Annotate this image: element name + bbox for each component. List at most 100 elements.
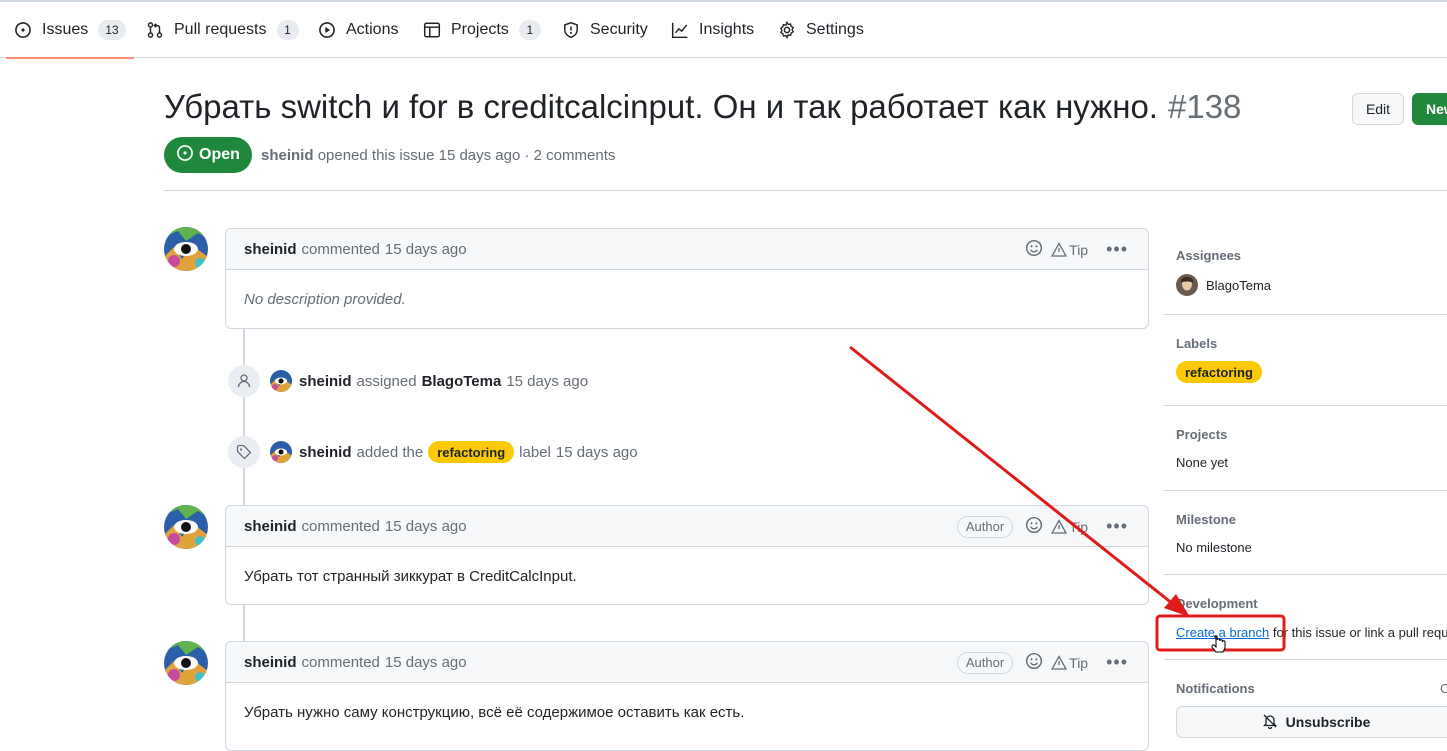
graph-icon: [671, 21, 689, 39]
label-refactoring[interactable]: refactoring: [428, 441, 515, 463]
comment-header: sheinid commented 15 days ago Author Tip…: [226, 642, 1148, 683]
tab-actions[interactable]: Actions: [318, 2, 398, 58]
shield-icon: [562, 21, 580, 39]
tab-label: Settings: [806, 21, 864, 38]
tab-count: 1: [276, 20, 299, 40]
table-icon: [423, 21, 441, 39]
timeline-event-assigned: sheinid assigned BlagoTema 15 days ago: [270, 370, 588, 392]
development-text: Create a branch for this issue or link a…: [1176, 625, 1447, 640]
avatar[interactable]: [270, 370, 292, 392]
alert-icon: [1051, 654, 1068, 670]
comment-time[interactable]: 15 days ago: [385, 241, 467, 258]
avatar[interactable]: [164, 641, 208, 685]
tab-settings[interactable]: Settings: [778, 2, 864, 58]
smiley-icon[interactable]: [1025, 652, 1043, 674]
comment-time[interactable]: 15 days ago: [385, 654, 467, 671]
sidebar-divider: [1164, 490, 1447, 491]
unsubscribe-button[interactable]: Unsubscribe: [1176, 706, 1447, 738]
tab-issues[interactable]: Issues 13: [6, 2, 134, 59]
tip-label: Tip: [1069, 241, 1089, 258]
comment-body: Убрать нужно саму конструкцию, всё её со…: [244, 703, 745, 721]
pull-request-icon: [146, 21, 164, 39]
edit-button[interactable]: Edit: [1352, 93, 1404, 125]
repo-tabs: Issues 13 Pull requests 1 Actions Projec…: [0, 2, 1447, 59]
comment-author[interactable]: sheinid: [244, 518, 297, 535]
comment-time[interactable]: 15 days ago: [385, 518, 467, 535]
development-heading[interactable]: Development: [1176, 596, 1258, 611]
smiley-icon[interactable]: [1025, 239, 1043, 261]
tag-icon: [228, 436, 260, 468]
event-suffix: label: [519, 443, 551, 461]
sidebar-divider: [1164, 314, 1447, 315]
issue-author-link[interactable]: sheinid: [261, 147, 314, 164]
tip-button[interactable]: Tip: [1051, 519, 1088, 535]
tab-label: Actions: [346, 21, 399, 38]
kebab-icon[interactable]: •••: [1106, 652, 1128, 673]
avatar[interactable]: [270, 441, 292, 463]
sidebar-divider: [1164, 659, 1447, 660]
avatar[interactable]: [164, 227, 208, 271]
comment: sheinid commented 15 days ago Tip ••• No…: [225, 228, 1149, 329]
comment-author[interactable]: sheinid: [244, 241, 297, 258]
alert-icon: [1051, 518, 1068, 534]
tip-button[interactable]: Tip: [1051, 242, 1088, 258]
event-time[interactable]: 15 days ago: [556, 444, 638, 461]
event-verb: added the: [356, 443, 424, 461]
kebab-icon[interactable]: •••: [1106, 516, 1128, 537]
projects-value: None yet: [1176, 455, 1229, 470]
comment-author[interactable]: sheinid: [244, 654, 297, 671]
event-actor[interactable]: sheinid: [299, 444, 352, 461]
timeline-event-labeled: sheinid added the refactoring label 15 d…: [270, 441, 638, 463]
projects-heading[interactable]: Projects: [1176, 427, 1227, 442]
event-target[interactable]: BlagoTema: [422, 373, 502, 390]
tip-button[interactable]: Tip: [1051, 655, 1088, 671]
kebab-icon[interactable]: •••: [1106, 239, 1128, 260]
event-actor[interactable]: sheinid: [299, 373, 352, 390]
avatar[interactable]: [164, 505, 208, 549]
new-issue-button[interactable]: New: [1412, 93, 1447, 125]
issue-meta: sheinid opened this issue 15 days ago · …: [261, 147, 615, 164]
comment-body: Убрать тот странный зиккурат в CreditCal…: [244, 567, 577, 585]
tab-pull-requests[interactable]: Pull requests 1: [146, 2, 299, 58]
avatar: [1176, 274, 1198, 296]
assignee-item[interactable]: BlagoTema: [1176, 274, 1271, 296]
assignees-heading[interactable]: Assignees: [1176, 248, 1241, 263]
development-rest: for this issue or link a pull requ: [1272, 625, 1447, 640]
alert-icon: [1051, 241, 1068, 257]
milestone-heading[interactable]: Milestone: [1176, 512, 1236, 527]
create-branch-link[interactable]: Create a branch: [1176, 625, 1269, 640]
customize-link[interactable]: C: [1440, 681, 1447, 696]
comment: sheinid commented 15 days ago Author Tip…: [225, 641, 1149, 751]
tab-count: 1: [518, 20, 541, 40]
tab-projects[interactable]: Projects 1: [423, 2, 541, 58]
issue-state-badge: Open: [164, 137, 252, 173]
tab-label: Issues: [42, 21, 89, 38]
issue-number: #138: [1167, 88, 1242, 125]
tip-label: Tip: [1069, 654, 1089, 671]
labels-heading[interactable]: Labels: [1176, 336, 1217, 351]
label-refactoring[interactable]: refactoring: [1176, 361, 1262, 383]
smiley-icon[interactable]: [1025, 516, 1043, 538]
tab-label: Projects: [451, 21, 509, 38]
person-icon: [228, 365, 260, 397]
issue-title: Убрать switch и for в creditcalcinput. О…: [164, 88, 1241, 126]
play-icon: [318, 21, 336, 39]
tab-security[interactable]: Security: [562, 2, 648, 58]
comment-action: commented: [301, 517, 380, 535]
comment-action: commented: [301, 653, 380, 671]
tab-insights[interactable]: Insights: [671, 2, 754, 58]
issue-opened-icon: [14, 21, 32, 39]
issue-meta-text: opened this issue 15 days ago · 2 commen…: [317, 147, 616, 164]
author-badge: Author: [956, 515, 1014, 538]
issue-opened-icon: [176, 144, 194, 167]
notifications-heading: Notifications: [1176, 681, 1255, 696]
sidebar-divider: [1164, 405, 1447, 406]
tip-label: Tip: [1069, 518, 1089, 535]
milestone-value: No milestone: [1176, 540, 1252, 555]
comment-header: sheinid commented 15 days ago Tip •••: [226, 229, 1148, 270]
comment-action: commented: [301, 240, 380, 258]
gear-icon: [778, 21, 796, 39]
event-time[interactable]: 15 days ago: [506, 373, 588, 390]
unsubscribe-label: Unsubscribe: [1285, 714, 1371, 730]
comment: sheinid commented 15 days ago Author Tip…: [225, 505, 1149, 605]
